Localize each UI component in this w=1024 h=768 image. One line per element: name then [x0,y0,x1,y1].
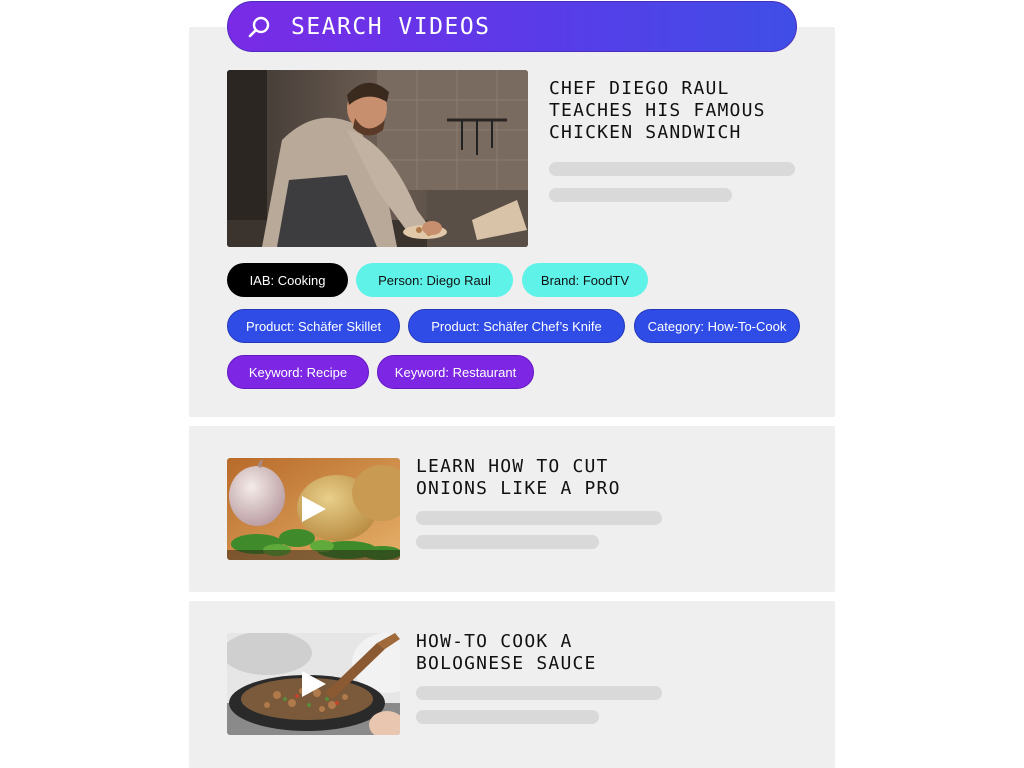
description-placeholder-line [549,162,795,176]
title-line: ONIONS LIKE A PRO [416,478,621,499]
play-icon[interactable] [302,496,326,522]
tag-product-chefs-knife[interactable]: Product: Schäfer Chef’s Knife [408,309,625,343]
video-title-onions[interactable]: LEARN HOW TO CUT ONIONS LIKE A PRO [416,456,716,500]
title-line: CHEF DIEGO RAUL [549,78,730,99]
title-line: BOLOGNESE SAUCE [416,653,597,674]
title-line: HOW-TO COOK A [416,631,573,652]
description-placeholder-line [416,511,662,525]
video-title-bolognese[interactable]: HOW-TO COOK A BOLOGNESE SAUCE [416,631,716,675]
tag-iab-cooking[interactable]: IAB: Cooking [227,263,348,297]
search-icon[interactable] [247,15,271,39]
title-line: CHICKEN SANDWICH [549,122,742,143]
search-bar[interactable]: SEARCH VIDEOS [227,1,797,52]
description-placeholder-line [416,710,599,724]
description-placeholder-line [549,188,732,202]
tag-keyword-recipe[interactable]: Keyword: Recipe [227,355,369,389]
title-line: TEACHES HIS FAMOUS [549,100,766,121]
video-thumbnail-bolognese[interactable] [227,633,400,735]
video-thumbnail-onions[interactable] [227,458,400,560]
description-placeholder-line [416,686,662,700]
tag-keyword-restaurant[interactable]: Keyword: Restaurant [377,355,534,389]
tag-product-skillet[interactable]: Product: Schäfer Skillet [227,309,400,343]
video-thumbnail-chef[interactable] [227,70,528,247]
video-title-featured[interactable]: CHEF DIEGO RAUL TEACHES HIS FAMOUS CHICK… [549,78,809,144]
title-line: LEARN HOW TO CUT [416,456,609,477]
search-placeholder[interactable]: SEARCH VIDEOS [291,14,491,40]
tag-brand-foodtv[interactable]: Brand: FoodTV [522,263,648,297]
tag-category-how-to-cook[interactable]: Category: How-To-Cook [634,309,800,343]
tag-person-diego-raul[interactable]: Person: Diego Raul [356,263,513,297]
play-icon[interactable] [302,671,326,697]
description-placeholder-line [416,535,599,549]
